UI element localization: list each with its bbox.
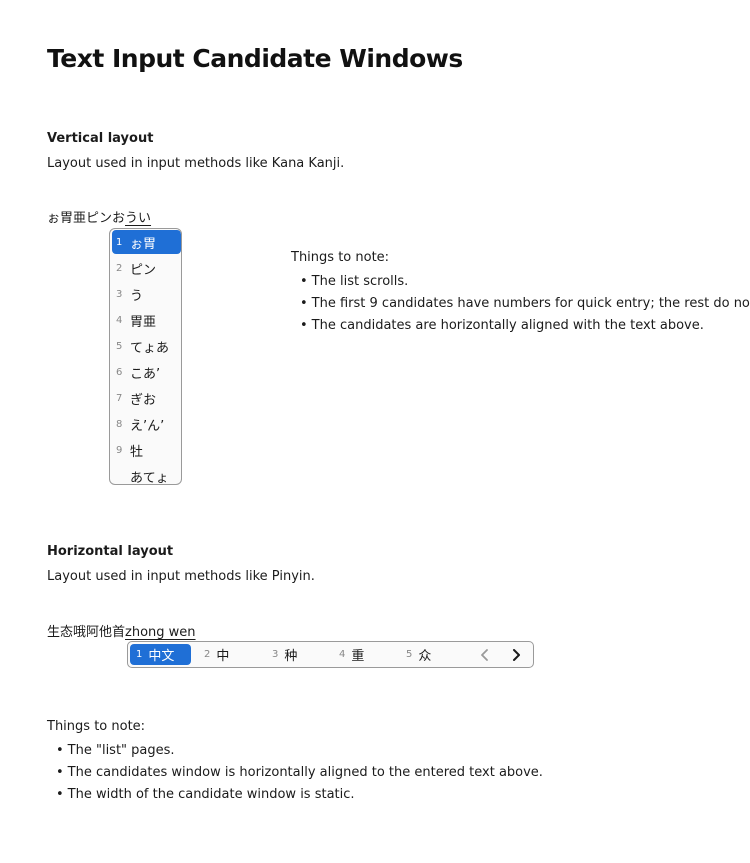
vertical-text-entry[interactable]: ぉ胃亜ピンおうい [47, 207, 151, 226]
candidate-text: てょあ [130, 340, 170, 356]
candidate-item[interactable]: 3种 [266, 644, 326, 665]
candidate-text: 中 [216, 649, 230, 664]
candidate-number: 2 [116, 262, 123, 274]
note-item: The width of the candidate window is sta… [56, 784, 543, 806]
candidate-item[interactable]: 8 え’ん’ [112, 412, 181, 436]
candidate-text: こあ’ [130, 366, 161, 382]
note-item: The candidates window is horizontally al… [56, 762, 543, 784]
note-item: The "list" pages. [56, 740, 543, 762]
candidate-number: 1 [116, 236, 123, 248]
candidate-number: 1 [136, 649, 143, 660]
vertical-candidate-list[interactable]: 1 ぉ胃 2 ピン 3う 4 胃亜 5 てょあ 6 こあ’ 7 ぎお 8 え’ん’ 9牡 あて… [109, 228, 182, 485]
candidate-text: あてょ [130, 470, 169, 485]
horizontal-notes-title: Things to note: [47, 719, 146, 734]
note-item: The candidates are horizontally aligned … [300, 315, 750, 337]
candidate-text: 中文 [148, 649, 175, 664]
horizontal-text-entry[interactable]: 生态哦阿他首zhong wen [47, 621, 196, 640]
vertical-notes-title: Things to note: [291, 250, 390, 265]
candidate-number: 8 [116, 418, 123, 430]
candidate-item[interactable]: 5 てょあ [112, 334, 181, 358]
candidate-item[interactable]: 3う [112, 282, 181, 306]
candidate-text: 胃亜 [130, 314, 157, 330]
horizontal-description: Layout used in input methods like Pinyin… [47, 569, 315, 584]
candidate-item[interactable]: 2中 [198, 644, 258, 665]
candidate-number: 4 [339, 649, 346, 660]
candidate-item[interactable]: 1 ぉ胃 [112, 230, 181, 254]
candidate-item[interactable]: 6 こあ’ [112, 360, 181, 384]
candidate-number: 4 [116, 314, 123, 326]
candidate-text: え’ん’ [130, 418, 165, 434]
candidate-item[interactable]: 5众 [400, 644, 460, 665]
chevron-right-icon[interactable] [506, 645, 526, 664]
candidate-number: 2 [204, 649, 211, 660]
horizontal-candidate-bar[interactable]: 1 中文 2中 3种 4重 5众 [127, 641, 534, 668]
candidate-item[interactable]: 4 胃亜 [112, 308, 181, 332]
candidate-text: ピン [130, 262, 157, 278]
horizontal-notes-list: The "list" pages. The candidates window … [56, 740, 543, 806]
preedit-composing: うい [125, 211, 152, 226]
note-item: The list scrolls. [300, 271, 750, 293]
candidate-item[interactable]: 2 ピン [112, 256, 181, 280]
candidate-item[interactable]: 9牡 [112, 438, 181, 462]
vertical-notes-list: The list scrolls. The first 9 candidates… [300, 271, 750, 337]
candidate-item[interactable]: 4重 [333, 644, 393, 665]
candidate-item[interactable]: 1 中文 [130, 644, 191, 665]
candidate-text: 众 [418, 649, 432, 664]
candidate-text: 重 [351, 649, 365, 664]
preedit-committed: 生态哦阿他首 [47, 625, 126, 640]
candidate-number: 5 [406, 649, 413, 660]
page-title: Text Input Candidate Windows [47, 44, 463, 73]
horizontal-heading: Horizontal layout [47, 544, 174, 559]
vertical-heading: Vertical layout [47, 131, 154, 146]
candidate-number: 7 [116, 392, 123, 404]
preedit-committed: ぉ胃亜ピンお [47, 211, 126, 226]
candidate-text: う [130, 288, 144, 304]
candidate-text: 牡 [130, 444, 144, 460]
candidate-text: ぎお [130, 392, 157, 408]
preedit-composing: zhong wen [125, 625, 196, 640]
candidate-number: 3 [272, 649, 279, 660]
vertical-description: Layout used in input methods like Kana K… [47, 156, 345, 171]
candidate-text: 种 [284, 649, 298, 664]
candidate-item[interactable]: 7 ぎお [112, 386, 181, 410]
note-item: The first 9 candidates have numbers for … [300, 293, 750, 315]
chevron-left-icon[interactable] [475, 645, 495, 664]
candidate-text: ぉ胃 [130, 236, 157, 252]
candidate-number: 3 [116, 288, 123, 300]
candidate-item[interactable]: あてょ [112, 464, 181, 485]
candidate-number: 5 [116, 340, 123, 352]
candidate-number: 6 [116, 366, 123, 378]
candidate-number: 9 [116, 444, 123, 456]
